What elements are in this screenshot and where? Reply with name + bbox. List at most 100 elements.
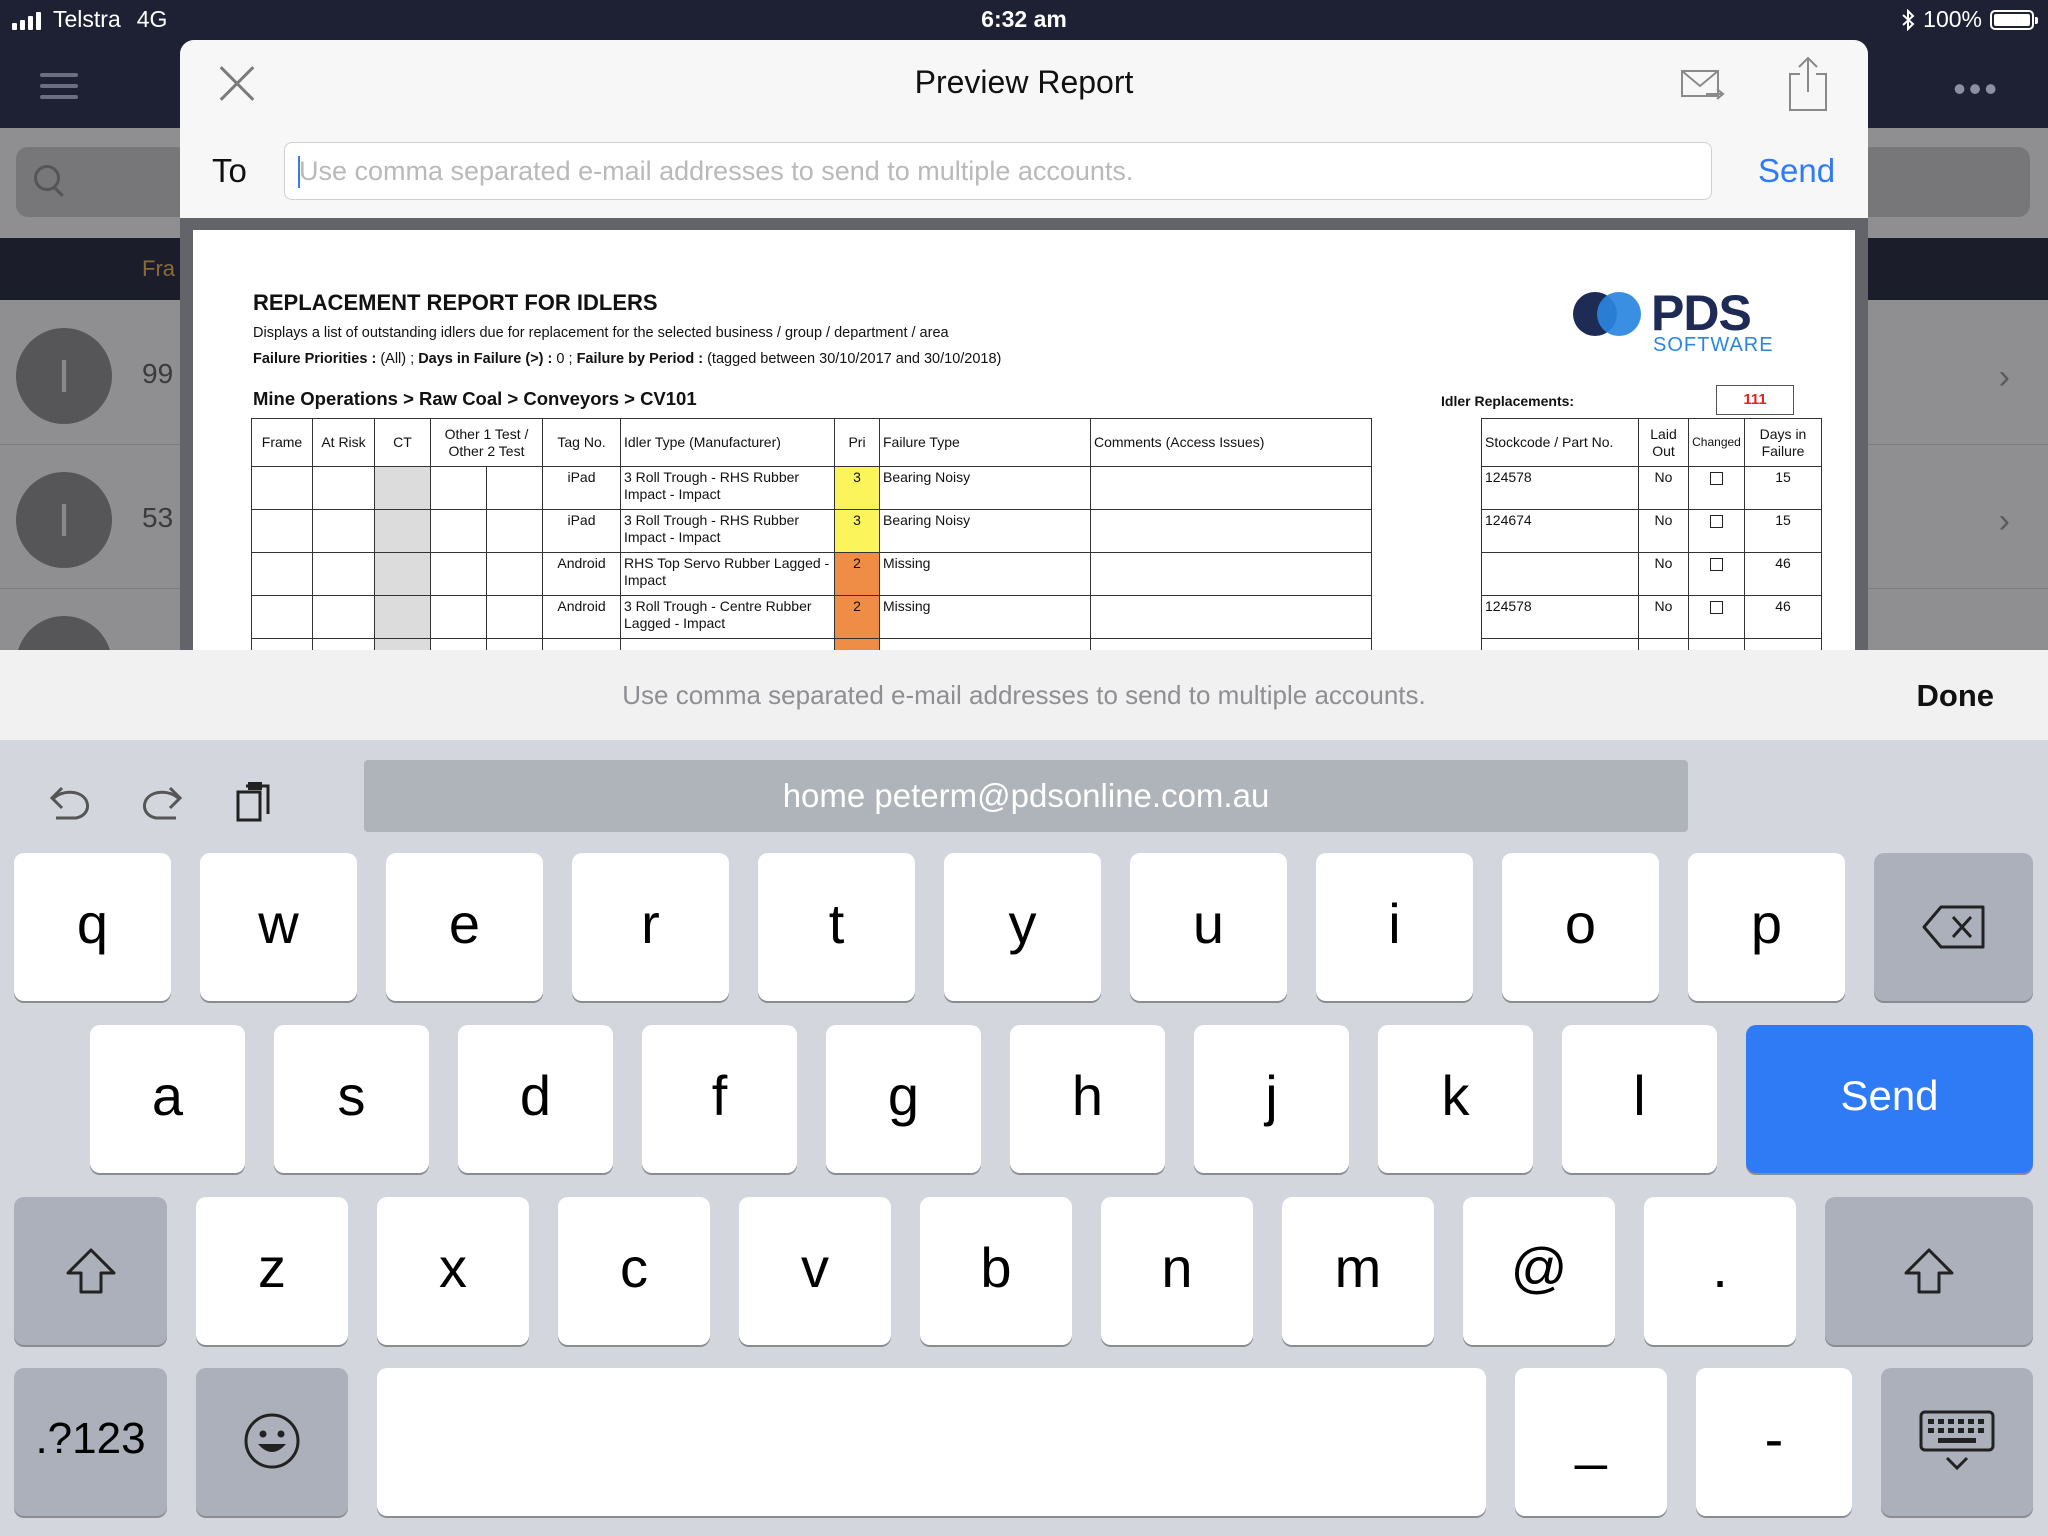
key-p[interactable]: p xyxy=(1688,853,1845,1001)
key-b[interactable]: b xyxy=(920,1197,1072,1345)
paste-icon[interactable] xyxy=(234,780,274,824)
modal-title: Preview Report xyxy=(914,64,1134,100)
send-button[interactable]: Send xyxy=(1758,152,1835,190)
key-u[interactable]: u xyxy=(1130,853,1287,1001)
email-recipients-input[interactable] xyxy=(284,142,1712,200)
share-icon[interactable] xyxy=(1786,56,1830,114)
changed-checkbox xyxy=(1710,472,1723,485)
redo-icon[interactable] xyxy=(138,780,186,824)
days-in-failure-cell: 15 xyxy=(1744,466,1822,510)
key-x[interactable]: x xyxy=(377,1197,529,1345)
background-tab-label: Fra xyxy=(142,256,175,281)
backspace-key[interactable] xyxy=(1874,853,2033,1001)
key-t[interactable]: t xyxy=(758,853,915,1001)
changed-checkbox xyxy=(1710,601,1723,614)
tag-cell: iPad xyxy=(542,509,621,553)
key-k[interactable]: k xyxy=(1378,1025,1533,1173)
chevron-right-icon: › xyxy=(1998,358,2010,396)
clock: 6:32 am xyxy=(981,6,1067,32)
table-row: iPad 3 Roll Trough - RHS Rubber Impact -… xyxy=(251,466,1372,510)
avatar: I xyxy=(16,328,112,424)
backspace-icon xyxy=(1922,905,1984,949)
stockcode-cell: 124674 xyxy=(1481,509,1639,553)
column-header: Stockcode / Part No. xyxy=(1481,418,1639,467)
search-icon xyxy=(34,165,60,191)
shift-key-left[interactable] xyxy=(14,1197,167,1345)
preview-report-modal: Preview Report To Send REPLACEMENT REPOR… xyxy=(180,40,1868,650)
failure-type-cell: Bearing Noisy xyxy=(879,509,1091,553)
recipient-bar: To Send xyxy=(180,128,1868,218)
avatar: I xyxy=(16,472,112,568)
shift-key-right[interactable] xyxy=(1825,1197,2033,1345)
priority-cell: 3 xyxy=(834,509,880,553)
chevron-right-icon: › xyxy=(1998,502,2010,540)
key-j[interactable]: j xyxy=(1194,1025,1349,1173)
key-r[interactable]: r xyxy=(572,853,729,1001)
dismiss-keyboard-key[interactable] xyxy=(1881,1368,2033,1516)
table-row: 124578 No 15 xyxy=(1481,466,1822,510)
keyboard: home peterm@pdsonline.com.au q w e r t y… xyxy=(0,740,2048,1536)
key-f[interactable]: f xyxy=(642,1025,797,1173)
key-o[interactable]: o xyxy=(1502,853,1659,1001)
pds-software-logo: PDS SOFTWARE xyxy=(1573,284,1773,364)
column-header: CT xyxy=(374,418,431,467)
idler-replacements-count: 111 xyxy=(1716,385,1794,415)
report-document: REPLACEMENT REPORT FOR IDLERS Displays a… xyxy=(193,230,1855,650)
key-c[interactable]: c xyxy=(558,1197,710,1345)
key-e[interactable]: e xyxy=(386,853,543,1001)
more-icon: ••• xyxy=(1953,68,2000,109)
column-header: Comments (Access Issues) xyxy=(1090,418,1372,467)
stockcode-cell: 124578 xyxy=(1481,466,1639,510)
tag-cell: Android xyxy=(542,552,621,596)
key-a[interactable]: a xyxy=(90,1025,245,1173)
battery-icon xyxy=(1990,9,2038,30)
key-underscore[interactable]: _ xyxy=(1515,1368,1667,1516)
list-item-value: 53 xyxy=(142,502,174,533)
idler-type-cell: 3 Roll Trough - Centre Rubber Lagged - I… xyxy=(620,595,835,639)
days-in-failure-cell: 15 xyxy=(1744,509,1822,553)
failure-type-cell: Missing xyxy=(879,595,1091,639)
report-description: Displays a list of outstanding idlers du… xyxy=(253,325,949,341)
key-g[interactable]: g xyxy=(826,1025,981,1173)
days-in-failure-cell: 46 xyxy=(1744,595,1822,639)
done-button[interactable]: Done xyxy=(1917,678,1995,714)
key-dash[interactable]: - xyxy=(1696,1368,1852,1516)
key-period[interactable]: . xyxy=(1644,1197,1796,1345)
priority-cell: 2 xyxy=(834,595,880,639)
send-key[interactable]: Send xyxy=(1746,1025,2033,1173)
key-z[interactable]: z xyxy=(196,1197,348,1345)
key-n[interactable]: n xyxy=(1101,1197,1253,1345)
key-m[interactable]: m xyxy=(1282,1197,1434,1345)
keyboard-dismiss-icon xyxy=(1919,1410,1995,1471)
key-v[interactable]: v xyxy=(739,1197,891,1345)
emoji-icon xyxy=(244,1413,300,1469)
undo-icon[interactable] xyxy=(46,780,94,824)
key-l[interactable]: l xyxy=(1562,1025,1717,1173)
key-w[interactable]: w xyxy=(200,853,357,1001)
table-row: Android RHS Top Servo Rubber Lagged - Im… xyxy=(251,552,1372,596)
table-header-row: Stockcode / Part No. Laid Out Changed Da… xyxy=(1481,418,1822,467)
table-row: Android 3 Roll Trough - Centre Rubber La… xyxy=(251,595,1372,639)
numbers-key[interactable]: .?123 xyxy=(14,1368,167,1516)
laid-out-cell: No xyxy=(1638,466,1689,510)
table-row: No 46 xyxy=(1481,552,1822,596)
key-q[interactable]: q xyxy=(14,853,171,1001)
email-forward-icon[interactable] xyxy=(1680,68,1726,104)
email-suggestion[interactable]: home peterm@pdsonline.com.au xyxy=(364,760,1688,832)
key-at[interactable]: @ xyxy=(1463,1197,1615,1345)
key-d[interactable]: d xyxy=(458,1025,613,1173)
emoji-key[interactable] xyxy=(196,1368,348,1516)
to-label: To xyxy=(212,152,247,189)
priority-cell: 3 xyxy=(834,466,880,510)
key-i[interactable]: i xyxy=(1316,853,1473,1001)
key-y[interactable]: y xyxy=(944,853,1101,1001)
tag-cell: Android xyxy=(542,595,621,639)
idler-type-cell: RHS Top Servo Rubber Lagged - Impact xyxy=(620,552,835,596)
key-s[interactable]: s xyxy=(274,1025,429,1173)
keyboard-prompt-text: Use comma separated e-mail addresses to … xyxy=(622,680,1426,710)
space-bar[interactable] xyxy=(377,1368,1486,1516)
column-header: Failure Type xyxy=(879,418,1091,467)
comments-cell xyxy=(1090,509,1372,553)
key-h[interactable]: h xyxy=(1010,1025,1165,1173)
comments-cell xyxy=(1090,466,1372,510)
